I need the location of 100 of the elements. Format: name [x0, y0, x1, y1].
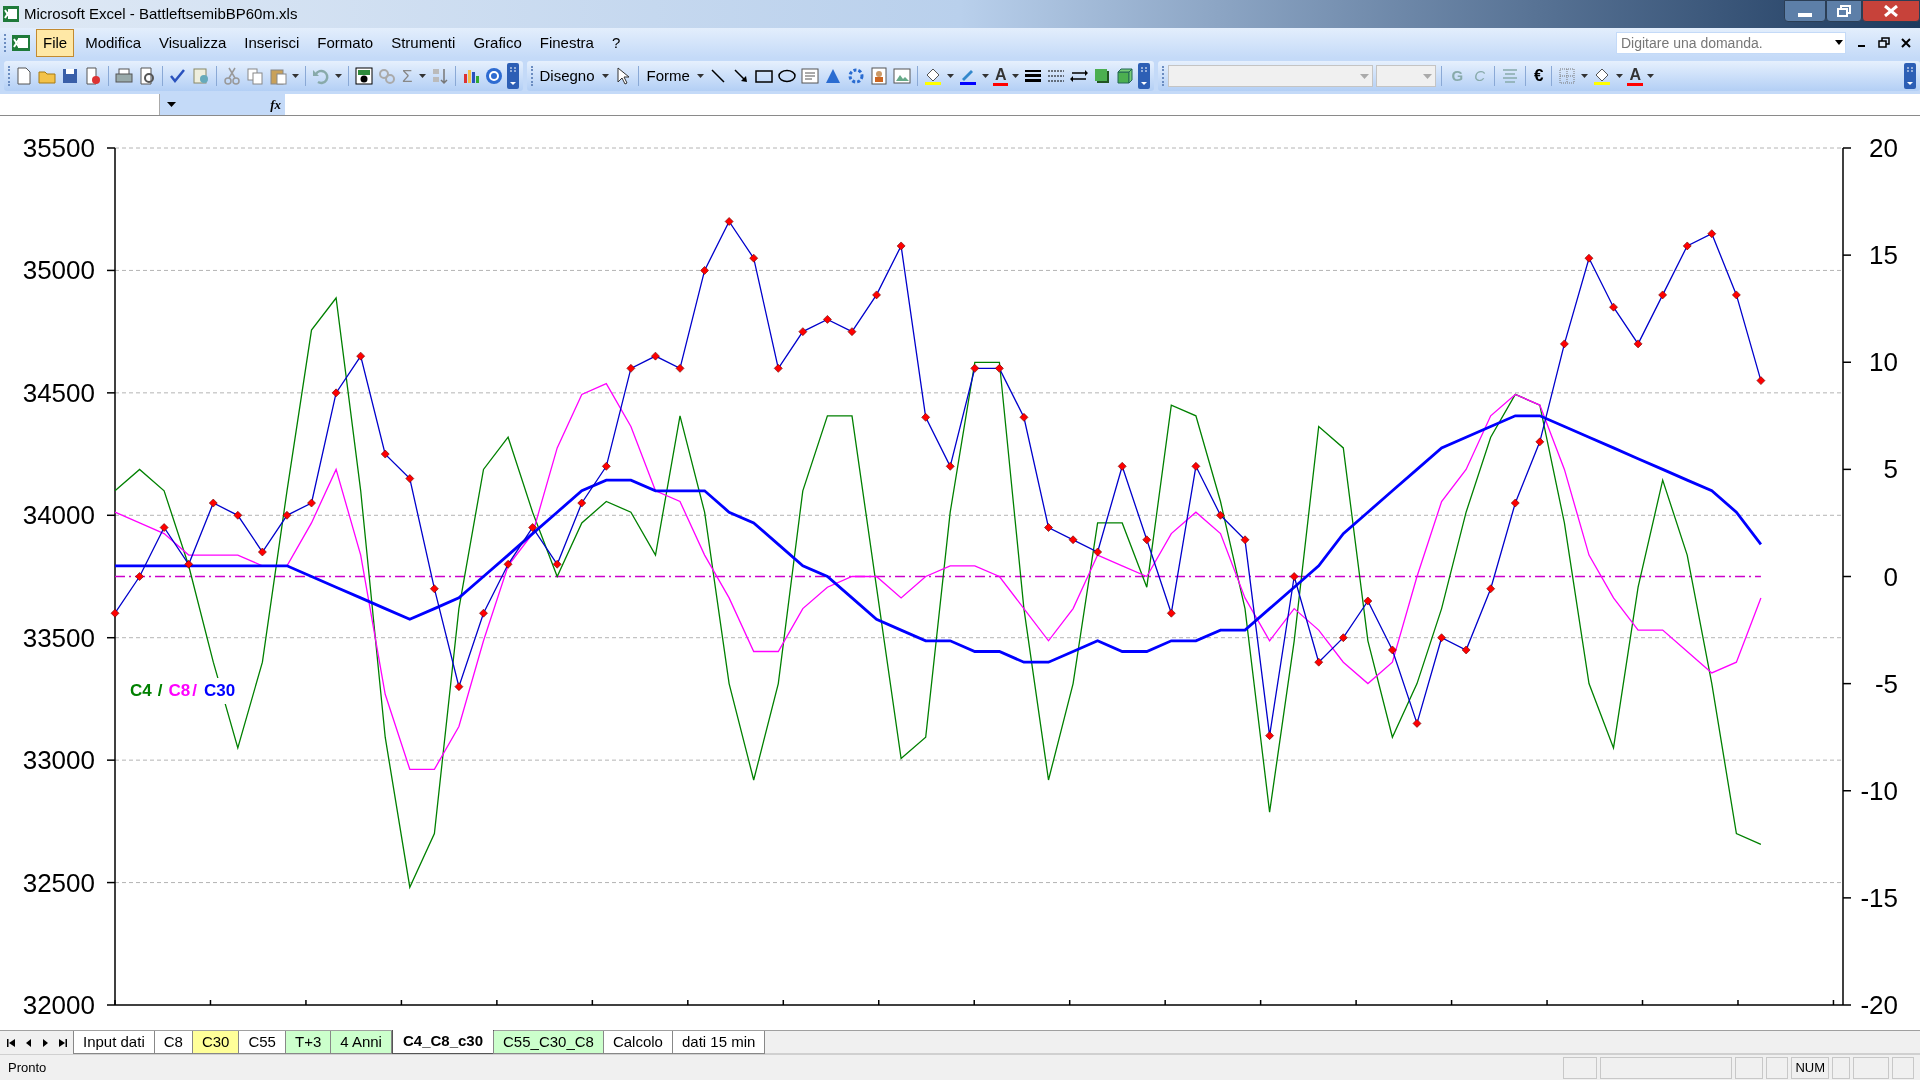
axis-label: -5: [1874, 668, 1898, 699]
image-icon[interactable]: [891, 66, 912, 86]
data-point-marker: [921, 413, 930, 422]
data-point-marker: [970, 364, 980, 373]
font-size-field[interactable]: [1376, 65, 1437, 87]
data-point-marker: [528, 523, 537, 532]
draw-menu-button[interactable]: Disegno: [536, 64, 598, 88]
data-point-marker: [749, 253, 758, 263]
sheet-tab[interactable]: C30: [191, 1031, 240, 1054]
sheet-tab[interactable]: Input dati: [73, 1031, 155, 1054]
data-point-marker: [1314, 657, 1324, 667]
restore-icon[interactable]: [1878, 36, 1890, 50]
toolbar-options-icon[interactable]: [1138, 63, 1151, 89]
close-button[interactable]: [1862, 0, 1920, 22]
dropdown-caret-icon[interactable]: [695, 71, 705, 81]
save-icon[interactable]: [60, 66, 80, 86]
data-point-marker: [1609, 302, 1618, 312]
toolbar-options-icon[interactable]: [1904, 63, 1916, 89]
font-name-field[interactable]: [1168, 65, 1374, 87]
currency-button[interactable]: €: [1531, 63, 1547, 89]
menu-item[interactable]: Grafico: [466, 28, 529, 58]
last-sheet-icon[interactable]: [57, 1036, 68, 1049]
first-sheet-icon[interactable]: [6, 1036, 17, 1049]
toolbar-options-icon[interactable]: [506, 63, 519, 89]
fill-color-icon[interactable]: [922, 66, 943, 86]
data-point-marker: [356, 351, 365, 361]
dropdown-caret-icon[interactable]: [1580, 71, 1590, 81]
dropdown-caret-icon[interactable]: [1615, 71, 1625, 81]
3d-box-icon[interactable]: [1115, 66, 1136, 86]
font-color-button[interactable]: A: [992, 66, 1009, 86]
axis-label: 20: [1869, 133, 1898, 163]
data-point-marker: [1756, 376, 1766, 385]
minimize-button[interactable]: [1784, 0, 1826, 22]
menu-item[interactable]: Inserisci: [237, 28, 307, 58]
data-point-marker: [626, 364, 636, 373]
dropdown-caret-icon[interactable]: [600, 71, 610, 81]
menu-item[interactable]: Formato: [310, 28, 381, 58]
fill-color-icon[interactable]: [1592, 66, 1613, 86]
dropdown-caret-icon[interactable]: [334, 71, 343, 81]
axis-label: 5: [1883, 454, 1898, 485]
status-message: Pronto: [8, 1058, 47, 1077]
data-point-marker: [1044, 523, 1053, 532]
sheet-tab[interactable]: C55: [238, 1031, 286, 1054]
menu-item[interactable]: Modifica: [78, 28, 149, 58]
data-point-marker: [1289, 572, 1299, 581]
sheet-tab[interactable]: C8: [153, 1031, 193, 1054]
data-point-marker: [896, 241, 906, 251]
help-icon[interactable]: [483, 66, 504, 86]
close-icon[interactable]: [1900, 36, 1912, 50]
axis-label: 10: [1869, 347, 1898, 378]
data-point-marker: [1682, 241, 1692, 251]
data-point-marker: [774, 364, 783, 373]
print-icon[interactable]: [114, 66, 134, 86]
dropdown-caret-icon[interactable]: [1646, 71, 1655, 81]
menu-item[interactable]: Finestra: [532, 28, 601, 58]
dropdown-caret-icon[interactable]: [980, 71, 990, 81]
data-point-marker: [1658, 290, 1667, 300]
menu-item[interactable]: Strumenti: [384, 28, 463, 58]
axis-label: 32000: [22, 990, 95, 1020]
new-document-icon[interactable]: [14, 66, 34, 86]
menu-item[interactable]: File: [36, 28, 75, 58]
data-point-marker: [1707, 229, 1717, 238]
dropdown-caret-icon[interactable]: [417, 71, 427, 81]
sheet-tab[interactable]: Calcolo: [602, 1031, 673, 1054]
status-indicator: NUM: [1791, 1056, 1829, 1079]
data-point-marker: [552, 559, 562, 569]
data-point-marker: [1388, 645, 1397, 655]
axis-label: 33500: [22, 622, 95, 653]
data-point-marker: [1142, 535, 1152, 545]
dropdown-caret-icon[interactable]: [945, 71, 955, 81]
restore-button[interactable]: [1826, 0, 1862, 22]
data-point-marker: [724, 217, 734, 226]
font-color-button[interactable]: A: [1627, 66, 1643, 86]
document-permission-icon[interactable]: [83, 66, 103, 86]
data-point-marker: [1461, 645, 1471, 655]
data-point-marker: [602, 462, 611, 471]
sheet-tab[interactable]: 4 Anni: [330, 1031, 392, 1054]
data-point-marker: [1191, 462, 1201, 471]
sheet-tab[interactable]: C4_C8_c30: [391, 1030, 494, 1054]
sheet-tab[interactable]: C55_C30_C8: [493, 1031, 604, 1054]
sheet-tab[interactable]: T+3: [284, 1031, 332, 1054]
print-preview-icon[interactable]: [137, 66, 157, 86]
data-point-marker: [1363, 596, 1373, 606]
shapes-menu-button[interactable]: Forme: [643, 64, 693, 88]
data-point-marker: [503, 559, 513, 569]
dropdown-caret-icon[interactable]: [291, 71, 300, 81]
sheet-tab[interactable]: dati 15 min: [671, 1031, 766, 1054]
dropdown-caret-icon[interactable]: [1011, 71, 1021, 81]
menu-item[interactable]: ?: [604, 28, 628, 58]
data-point-marker: [1486, 584, 1495, 594]
spreadsheet-app-icon[interactable]: [10, 32, 32, 54]
data-point-marker: [307, 498, 316, 508]
data-point-marker: [1167, 608, 1176, 618]
data-point-marker: [823, 315, 832, 324]
data-point-marker: [700, 266, 709, 275]
menu-item[interactable]: Visualizza: [152, 28, 234, 58]
axis-label: 15: [1869, 240, 1898, 271]
dropdown-caret-icon[interactable]: [166, 99, 177, 110]
data-point-marker: [1093, 547, 1102, 557]
help-search-field[interactable]: Digitare una domanda.: [1616, 32, 1846, 54]
